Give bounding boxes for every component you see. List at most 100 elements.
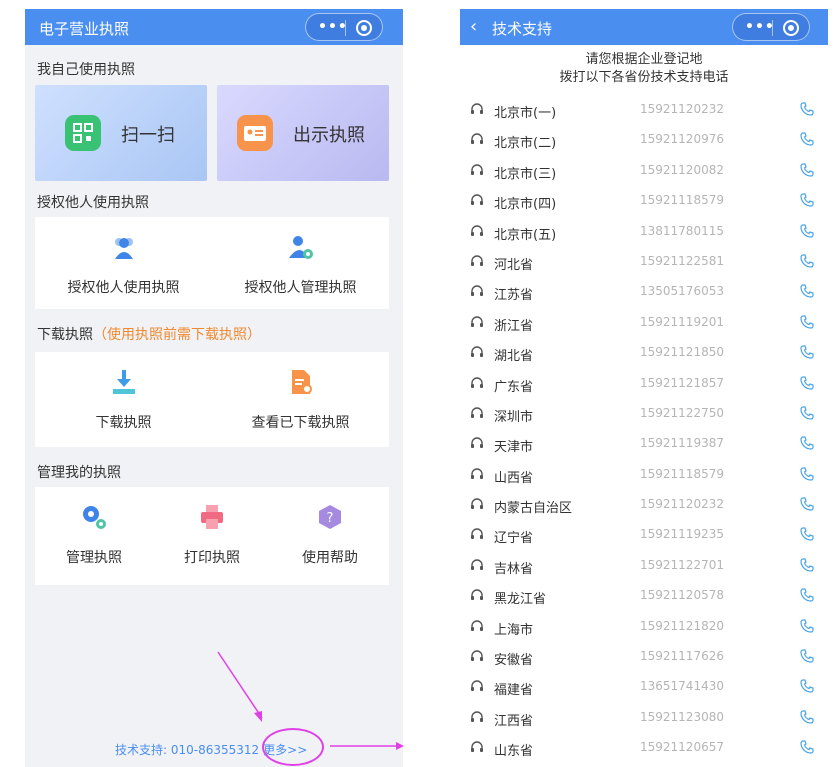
phone-call-icon[interactable] [800, 679, 814, 694]
document-search-icon [291, 370, 312, 394]
download-license-label: 下载执照 [95, 415, 152, 431]
section-title-download: 下载执照（使用执照前需下载执照） [37, 324, 261, 344]
phone-call-icon[interactable] [800, 467, 814, 481]
phone-call-icon[interactable] [800, 315, 814, 329]
phone-call-icon[interactable] [800, 163, 814, 177]
phone-call-icon[interactable] [800, 102, 814, 116]
headset-icon [471, 376, 483, 388]
phone-number: 15921120232 [640, 102, 724, 116]
phone-row[interactable]: 辽宁省 15921119235 [460, 520, 828, 550]
phone-call-icon[interactable] [800, 710, 814, 724]
phone-call-icon[interactable] [800, 132, 814, 146]
phone-number: 15921121820 [640, 618, 724, 633]
phone-row[interactable]: 山西省 15921118579 [460, 460, 828, 490]
phone-row[interactable]: 黑龙江省 15921120578 [460, 581, 828, 611]
region-name: 天津市 [494, 440, 534, 456]
miniprogram-capsule-right[interactable]: ••• [732, 13, 810, 41]
phone-row[interactable]: 山东省 15921120657 [460, 733, 828, 763]
header-line-1: 请您根据企业登记地 [585, 52, 703, 67]
scan-label: 扫一扫 [121, 125, 175, 146]
phone-call-icon[interactable] [800, 193, 814, 207]
section-title-auth: 授权他人使用执照 [37, 195, 149, 211]
phone-number: 15921119201 [640, 314, 724, 329]
phone-call-icon[interactable] [800, 527, 814, 542]
more-dots-icon[interactable]: ••• [745, 19, 775, 35]
phone-call-icon[interactable] [800, 436, 814, 450]
region-name: 江西省 [494, 713, 534, 729]
phone-call-icon[interactable] [800, 649, 814, 663]
close-target-icon[interactable] [356, 20, 372, 36]
phone-call-icon[interactable] [800, 254, 814, 268]
scan-card[interactable]: 扫一扫 [35, 85, 207, 181]
phone-row[interactable]: 北京市(二) 15921120976 [460, 125, 828, 155]
phone-row[interactable]: 湖北省 15921121850 [460, 338, 828, 368]
support-header: 请您根据企业登记地 拨打以下各省份技术支持电话 [460, 51, 828, 87]
region-name: 北京市(三) [494, 166, 557, 182]
print-license-button[interactable]: 打印执照 [153, 487, 271, 585]
phone-row[interactable]: 北京市(一) 15921120232 [460, 95, 828, 125]
headset-icon [471, 407, 483, 418]
phone-row[interactable]: 福建省 13651741430 [460, 672, 828, 702]
phone-number: 15921119387 [640, 436, 724, 451]
phone-call-icon[interactable] [800, 375, 814, 390]
headset-icon [471, 620, 483, 631]
view-downloaded-button[interactable]: 查看已下载执照 [212, 352, 389, 447]
phone-row[interactable]: 河北省 15921122581 [460, 247, 828, 277]
show-license-card[interactable]: 出示执照 [217, 85, 389, 181]
phone-number: 15921120082 [640, 162, 724, 177]
region-name: 北京市(五) [494, 227, 557, 243]
region-name: 湖北省 [494, 349, 534, 365]
auth-manage-button[interactable]: 授权他人管理执照 [212, 217, 389, 309]
miniprogram-capsule[interactable]: ••• [305, 13, 383, 41]
headset-icon [471, 711, 483, 722]
phone-row[interactable]: 深圳市 15921122750 [460, 399, 828, 429]
phone-number: 15921120657 [640, 740, 724, 755]
phone-call-icon[interactable] [800, 588, 814, 602]
phone-row[interactable]: 浙江省 15921119201 [460, 308, 828, 338]
phone-row[interactable]: 上海市 15921121820 [460, 612, 828, 642]
auth-panel: 授权他人使用执照 授权他人管理执照 [35, 217, 389, 309]
phone-row[interactable]: 吉林省 15921122701 [460, 551, 828, 581]
phone-call-icon[interactable] [800, 406, 814, 420]
phone-call-icon[interactable] [800, 497, 814, 511]
phone-row[interactable]: 北京市(五) 13811780115 [460, 217, 828, 247]
phone-call-icon[interactable] [800, 558, 814, 572]
headset-icon [471, 255, 483, 266]
phone-row[interactable]: 江西省 15921123080 [460, 703, 828, 733]
phone-number: 15921120232 [640, 497, 724, 512]
phone-row[interactable]: 北京市(四) 15921118579 [460, 186, 828, 216]
phone-row[interactable]: 天津市 15921119387 [460, 429, 828, 459]
manage-panel: 管理执照 打印执照 ? 使用帮助 [35, 487, 389, 585]
download-panel: 下载执照 查看已下载执照 [35, 352, 389, 447]
phone-row[interactable]: 广东省 15921121857 [460, 369, 828, 399]
section-title-manage: 管理我的执照 [37, 465, 121, 481]
auth-use-button[interactable]: 授权他人使用执照 [35, 217, 212, 309]
view-downloaded-label: 查看已下载执照 [251, 415, 350, 431]
section-title-self: 我自己使用执照 [37, 62, 135, 78]
phone-call-icon[interactable] [800, 223, 814, 238]
phone-call-icon[interactable] [800, 345, 814, 359]
back-chevron-icon[interactable]: ‹ [470, 16, 477, 37]
help-button[interactable]: ? 使用帮助 [271, 487, 389, 585]
phone-call-icon[interactable] [800, 619, 814, 633]
phone-number: 15921122701 [640, 557, 724, 572]
close-target-icon[interactable] [783, 20, 799, 36]
phone-call-icon[interactable] [800, 740, 814, 754]
phone-call-icon[interactable] [800, 284, 814, 298]
annotation-circle [262, 728, 324, 766]
help-icon: ? [319, 505, 341, 529]
phone-row[interactable]: 内蒙古自治区 15921120232 [460, 490, 828, 520]
gear-icon [83, 506, 106, 529]
region-name: 山西省 [494, 470, 534, 486]
phone-row[interactable]: 安徽省 15921117626 [460, 642, 828, 672]
phone-row[interactable]: 北京市(三) 15921120082 [460, 156, 828, 186]
auth-manage-label: 授权他人管理执照 [244, 280, 357, 296]
manage-license-button[interactable]: 管理执照 [35, 487, 153, 585]
phone-number: 15921118579 [640, 193, 724, 208]
phone-number: 15921121857 [640, 375, 724, 390]
more-dots-icon[interactable]: ••• [318, 19, 348, 35]
capsule-divider [345, 20, 346, 36]
phone-row[interactable]: 江苏省 13505176053 [460, 277, 828, 307]
phone-number: 13811780115 [640, 223, 724, 238]
download-license-button[interactable]: 下载执照 [35, 352, 212, 447]
